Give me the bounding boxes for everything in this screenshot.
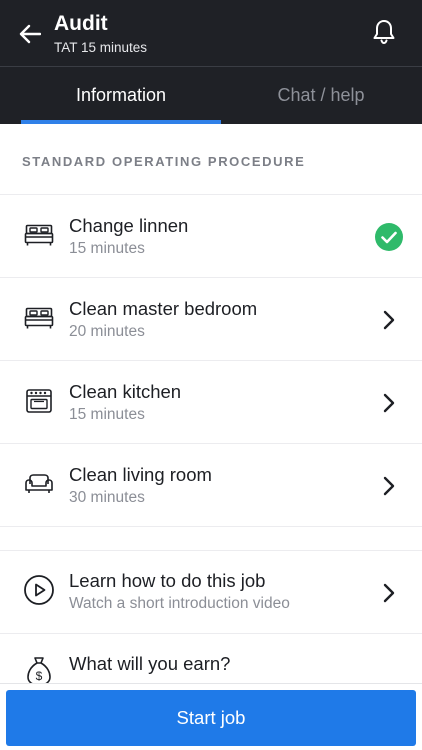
- tab-bar: Information Chat / help: [0, 67, 422, 124]
- arrow-left-icon: [19, 24, 41, 44]
- chevron-right-icon: [374, 471, 404, 501]
- sop-item-duration: 30 minutes: [69, 489, 145, 506]
- sop-item-title: Clean kitchen: [69, 381, 182, 402]
- completed-check-icon: [374, 222, 404, 252]
- notifications-button[interactable]: [368, 16, 400, 48]
- sop-item-duration: 15 minutes: [69, 240, 145, 257]
- chevron-right-icon: [374, 578, 404, 608]
- tab-information-label: Information: [75, 85, 167, 105]
- start-job-button[interactable]: Start job: [6, 690, 416, 746]
- oven-icon: [22, 386, 56, 416]
- learn-job-title: Learn how to do this job: [69, 570, 266, 591]
- page-title: Audit: [54, 12, 108, 35]
- chevron-right-icon: [374, 305, 404, 335]
- sop-item-text: Clean master bedroom 20 minutes: [69, 298, 257, 342]
- chevron-right-icon: [374, 388, 404, 418]
- sop-item-clean-kitchen[interactable]: Clean kitchen 15 minutes: [0, 361, 422, 444]
- learn-job-item[interactable]: Learn how to do this job Watch a short i…: [0, 551, 422, 634]
- section-spacer: [0, 527, 422, 551]
- learn-job-subtitle: Watch a short introduction video: [69, 595, 290, 612]
- sop-item-text: Change linnen 15 minutes: [69, 215, 188, 259]
- page-subtitle: TAT 15 minutes: [54, 40, 148, 55]
- sop-section-header: STANDARD OPERATING PROCEDURE: [0, 124, 422, 195]
- sofa-icon: [22, 469, 56, 499]
- sop-item-title: Change linnen: [69, 215, 189, 236]
- back-button[interactable]: [14, 18, 46, 50]
- bed-icon: [22, 303, 56, 333]
- section-title: STANDARD OPERATING PROCEDURE: [22, 154, 306, 169]
- sop-item-text: Clean living room 30 minutes: [69, 464, 212, 508]
- sop-item-clean-master-bedroom[interactable]: Clean master bedroom 20 minutes: [0, 278, 422, 361]
- tab-chat-help-label: Chat / help: [277, 85, 365, 105]
- sop-item-title: Clean master bedroom: [69, 298, 258, 319]
- sop-item-duration: 20 minutes: [69, 323, 145, 340]
- bell-icon: [373, 20, 395, 45]
- tab-chat-help[interactable]: Chat / help: [221, 67, 421, 124]
- bed-icon: [22, 220, 56, 250]
- sop-item-text: Clean kitchen 15 minutes: [69, 381, 181, 425]
- earnings-text: What will you earn?: [69, 653, 230, 675]
- header-title-group: Audit TAT 15 minutes: [54, 12, 147, 57]
- sop-item-duration: 15 minutes: [69, 406, 145, 423]
- svg-text:$: $: [36, 669, 43, 683]
- sop-item-clean-living-room[interactable]: Clean living room 30 minutes: [0, 444, 422, 527]
- learn-job-text: Learn how to do this job Watch a short i…: [69, 570, 290, 614]
- tab-information[interactable]: Information: [21, 67, 221, 124]
- sop-list: Change linnen 15 minutes Clean master be…: [0, 195, 422, 527]
- bottom-action-bar: Start job: [0, 683, 422, 750]
- job-info-list: Learn how to do this job Watch a short i…: [0, 551, 422, 694]
- sop-item-change-linnen[interactable]: Change linnen 15 minutes: [0, 195, 422, 278]
- top-app-bar: Audit TAT 15 minutes: [0, 0, 422, 66]
- sop-item-title: Clean living room: [69, 464, 212, 485]
- earnings-title: What will you earn?: [69, 653, 231, 674]
- play-circle-icon: [22, 575, 56, 605]
- money-bag-icon: $: [22, 656, 56, 686]
